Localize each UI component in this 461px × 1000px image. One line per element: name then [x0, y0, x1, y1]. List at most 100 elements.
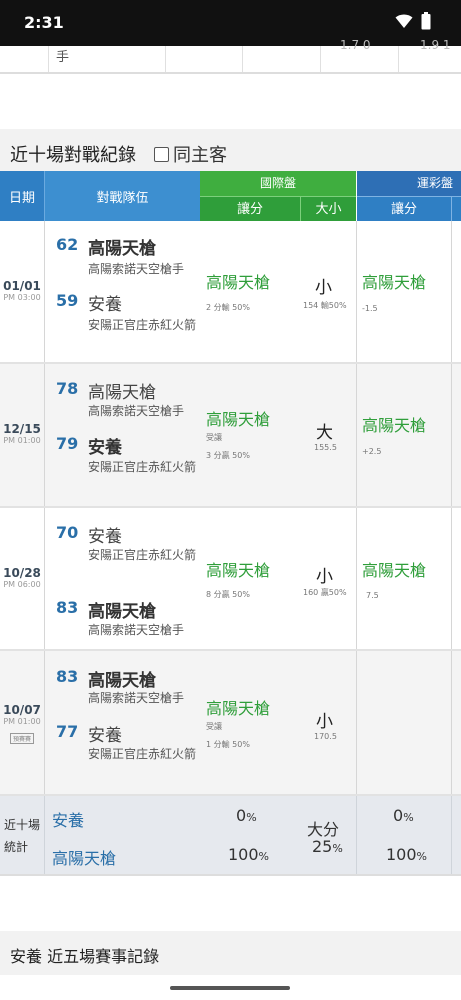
- overunder-note: 160 贏50%: [303, 588, 347, 597]
- match-date-time: PM 01:00: [3, 717, 41, 726]
- intl-team2-percent: 100%: [228, 845, 269, 864]
- match-date-time: PM 06:00: [3, 580, 41, 589]
- team1-name: 高陽天槍: [88, 239, 156, 259]
- summary-team1: 安養: [52, 811, 85, 830]
- section-title: 安養 近五場賽事記錄: [10, 947, 160, 966]
- intl-note: 受讓: [206, 722, 222, 731]
- previous-team-text: 手: [56, 50, 70, 65]
- team1-score: 78: [56, 379, 79, 398]
- status-icons: [395, 12, 431, 30]
- table-divider: [320, 46, 321, 72]
- status-time: 2:31: [24, 13, 64, 32]
- team1-fullname: 高陽索諾天空槍手: [88, 404, 185, 418]
- intl-team1-percent: 0%: [236, 806, 257, 825]
- checkbox-label: 同主客: [173, 145, 227, 166]
- table-divider: [398, 46, 399, 72]
- lottery-note: +2.5: [362, 447, 382, 456]
- table-divider: [165, 46, 166, 72]
- lottery-team2-percent: 100%: [386, 845, 427, 864]
- header-teams: 對戰隊伍: [44, 171, 200, 221]
- previous-table-fragment: 手 1.7 0 1.9 1: [0, 38, 461, 74]
- team2-fullname: 高陽索諾天空槍手: [88, 623, 185, 637]
- team2-score: 83: [56, 598, 79, 617]
- match-date-time: PM 03:00: [3, 293, 41, 302]
- team1-score: 70: [56, 523, 79, 542]
- lottery-note: -1.5: [362, 304, 378, 313]
- header-intl-handicap: 讓分: [200, 196, 300, 221]
- team1-name: 高陽天槍: [88, 383, 156, 403]
- match-row[interactable]: 10/07 PM 01:00 預賽賽 83 高陽天槍 高陽索諾天空槍手 77 安…: [0, 651, 461, 796]
- overunder-result: 小: [316, 567, 333, 587]
- team2-fullname: 安陽正官庄赤紅火箭: [88, 460, 197, 474]
- match-row[interactable]: 10/28 PM 06:00 70 安養 安陽正官庄赤紅火箭 83 高陽天槍 高…: [0, 508, 461, 651]
- status-bar: 2:31: [0, 0, 461, 46]
- table-divider: [242, 46, 243, 72]
- summary-row: 近十場 統計 安養 高陽天槍 0% 100% 大分 25% 0% 100%: [0, 796, 461, 876]
- match-date: 01/01 PM 03:00: [0, 279, 44, 302]
- team1-fullname: 高陽索諾天空槍手: [88, 262, 185, 276]
- team2-name: 安養: [88, 295, 122, 315]
- lottery-pick: 高陽天槍: [362, 273, 427, 292]
- overunder-percent: 25%: [312, 837, 343, 856]
- header-lottery-edge: [451, 196, 461, 221]
- summary-label-1: 近十場: [4, 818, 41, 832]
- lottery-pick: 高陽天槍: [362, 416, 427, 435]
- overunder-result: 小: [316, 712, 333, 732]
- team1-fullname: 安陽正官庄赤紅火箭: [88, 548, 197, 562]
- match-date: 10/28 PM 06:00: [0, 566, 44, 589]
- team2-name: 安養: [88, 438, 122, 458]
- table-divider: [48, 46, 49, 72]
- team1-score: 62: [56, 235, 79, 254]
- intl-note: 受讓: [206, 433, 222, 442]
- overunder-note: 154 輸50%: [303, 301, 347, 310]
- head-to-head-section-header: 近十場對戰紀錄 同主客: [0, 129, 461, 173]
- intl-pick: 高陽天槍: [206, 561, 271, 580]
- team1-score: 83: [56, 667, 79, 686]
- overunder-result: 小: [315, 278, 332, 298]
- battery-icon: [421, 12, 431, 30]
- intl-note: 2 分輸 50%: [206, 303, 250, 312]
- intl-pick: 高陽天槍: [206, 699, 271, 718]
- team1-name: 高陽天槍: [88, 671, 156, 691]
- header-lottery-odds: 運彩盤: [357, 171, 461, 196]
- intl-note: 8 分贏 50%: [206, 590, 250, 599]
- overunder-note: 155.5: [314, 443, 337, 452]
- summary-team2: 高陽天槍: [52, 849, 117, 868]
- home-indicator[interactable]: [170, 986, 290, 990]
- lottery-note: 7.5: [366, 591, 379, 600]
- team2-fullname: 安陽正官庄赤紅火箭: [88, 747, 197, 761]
- match-date-day: 10/07: [3, 703, 41, 717]
- team2-score: 77: [56, 722, 79, 741]
- overunder-note: 170.5: [314, 732, 337, 741]
- header-intl-overunder: 大小: [300, 196, 356, 221]
- lottery-pick: 高陽天槍: [362, 561, 427, 580]
- match-tag-badge: 預賽賽: [9, 733, 34, 744]
- previous-faded-value: 1.9 1: [420, 38, 451, 52]
- intl-pick: 高陽天槍: [206, 410, 271, 429]
- team2-fullname: 安陽正官庄赤紅火箭: [88, 318, 197, 332]
- intl-note: 1 分輸 50%: [206, 740, 250, 749]
- same-home-away-checkbox[interactable]: [154, 146, 169, 162]
- header-date: 日期: [0, 171, 44, 221]
- wifi-icon: [395, 13, 413, 29]
- match-date-time: PM 01:00: [3, 436, 41, 445]
- team2-name: 安養: [88, 726, 122, 746]
- team1-fullname: 高陽索諾天空槍手: [88, 691, 185, 705]
- match-date: 10/07 PM 01:00 預賽賽: [0, 703, 44, 745]
- overunder-result: 大: [316, 423, 333, 443]
- match-date-day: 01/01: [3, 279, 41, 293]
- same-home-away-toggle[interactable]: 同主客: [154, 141, 227, 167]
- team2-score: 79: [56, 434, 79, 453]
- match-date-day: 12/15: [3, 422, 41, 436]
- recent-five-section-header: 安養 近五場賽事記錄: [0, 931, 461, 975]
- team2-score: 59: [56, 291, 79, 310]
- lottery-team1-percent: 0%: [393, 806, 414, 825]
- match-row[interactable]: 12/15 PM 01:00 78 高陽天槍 高陽索諾天空槍手 79 安養 安陽…: [0, 364, 461, 508]
- team2-name: 高陽天槍: [88, 602, 156, 622]
- section-title: 近十場對戰紀錄: [10, 145, 136, 166]
- match-row[interactable]: 01/01 PM 03:00 62 高陽天槍 高陽索諾天空槍手 59 安養 安陽…: [0, 221, 461, 364]
- intl-note: 3 分贏 50%: [206, 451, 250, 460]
- header-lottery-handicap: 讓分: [357, 196, 451, 221]
- header-intl-odds: 國際盤: [200, 171, 356, 196]
- team1-name: 安養: [88, 527, 122, 547]
